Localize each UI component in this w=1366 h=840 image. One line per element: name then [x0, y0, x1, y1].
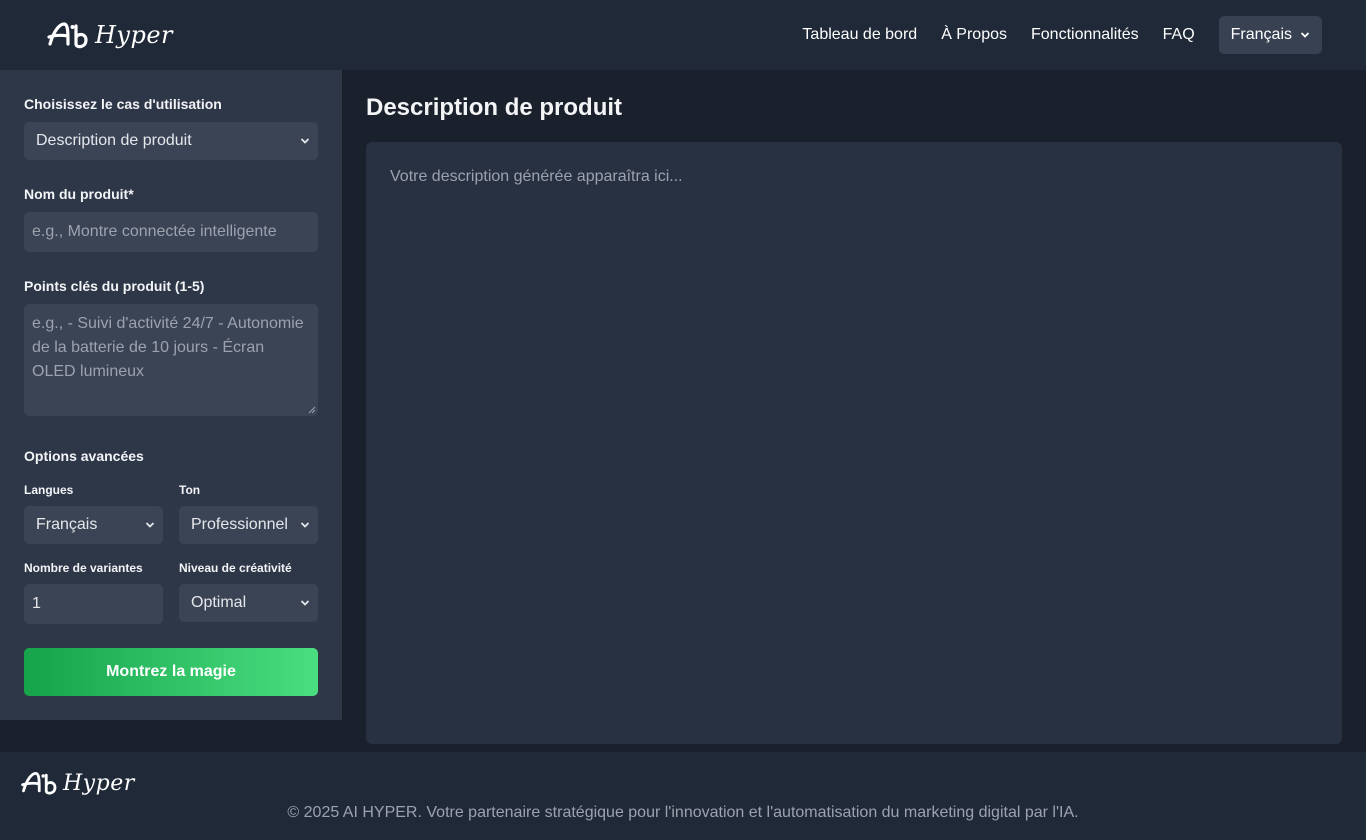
ai-logo-icon	[21, 771, 57, 795]
language-value: Français	[1230, 26, 1292, 43]
chevron-down-icon	[300, 138, 310, 144]
nav-about[interactable]: À Propos	[941, 26, 1007, 44]
creativity-label: Niveau de créativité	[179, 561, 292, 575]
languages-label: Langues	[24, 483, 74, 497]
variants-input[interactable]: 1	[24, 584, 163, 624]
brand-logo[interactable]: Hyper	[46, 18, 173, 52]
creativity-value: Optimal	[191, 594, 247, 611]
page-title: Description de produit	[366, 94, 623, 121]
footer-logo: Hyper	[20, 768, 135, 798]
use-case-label: Choisissez le cas d'utilisation	[24, 96, 222, 112]
tone-select[interactable]: Professionnel	[179, 506, 318, 544]
resize-handle-icon[interactable]	[308, 406, 316, 414]
chevron-down-icon	[300, 600, 310, 606]
key-points-label: Points clés du produit (1-5)	[24, 278, 205, 294]
ai-logo-icon	[47, 22, 88, 49]
advanced-options-label: Options avancées	[24, 448, 144, 464]
nav-features[interactable]: Fonctionnalités	[1031, 26, 1139, 44]
use-case-select[interactable]: Description de produit	[24, 122, 318, 160]
use-case-value: Description de produit	[36, 132, 192, 149]
copyright-text: © 2025 AI HYPER. Votre partenaire straté…	[287, 804, 1079, 821]
chevron-down-icon	[300, 522, 310, 528]
page-footer: Hyper © 2025 AI HYPER. Votre partenaire …	[0, 752, 1366, 840]
main-nav: Tableau de bord À Propos Fonctionnalités…	[778, 16, 1322, 54]
chevron-down-icon	[1300, 32, 1310, 38]
chevron-down-icon	[145, 522, 155, 528]
product-name-placeholder: e.g., Montre connectée intelligente	[32, 223, 277, 240]
tone-value: Professionnel	[191, 516, 288, 533]
variants-label: Nombre de variantes	[24, 561, 143, 575]
languages-select[interactable]: Français	[24, 506, 163, 544]
generate-button[interactable]: Montrez la magie	[24, 648, 318, 696]
key-points-placeholder: e.g., - Suivi d'activité 24/7 - Autonomi…	[32, 315, 304, 380]
tone-label: Ton	[179, 483, 201, 497]
nav-dashboard[interactable]: Tableau de bord	[802, 26, 917, 44]
language-select[interactable]: Français	[1218, 16, 1322, 54]
footer-logo-text: Hyper	[63, 770, 135, 796]
product-name-label: Nom du produit*	[24, 186, 134, 202]
generate-button-label: Montrez la magie	[106, 663, 236, 680]
variants-value: 1	[32, 595, 41, 612]
languages-value: Français	[36, 516, 98, 533]
config-sidebar: Choisissez le cas d'utilisation Descript…	[0, 70, 342, 720]
output-placeholder: Votre description générée apparaîtra ici…	[390, 168, 683, 185]
top-header: Hyper Tableau de bord À Propos Fonctionn…	[0, 0, 1366, 70]
product-name-input[interactable]: e.g., Montre connectée intelligente	[24, 212, 318, 252]
key-points-textarea[interactable]: e.g., - Suivi d'activité 24/7 - Autonomi…	[24, 304, 318, 416]
nav-faq[interactable]: FAQ	[1163, 26, 1195, 44]
logo-text: Hyper	[95, 21, 174, 49]
output-panel: Votre description générée apparaîtra ici…	[366, 142, 1342, 744]
creativity-select[interactable]: Optimal	[179, 584, 318, 622]
